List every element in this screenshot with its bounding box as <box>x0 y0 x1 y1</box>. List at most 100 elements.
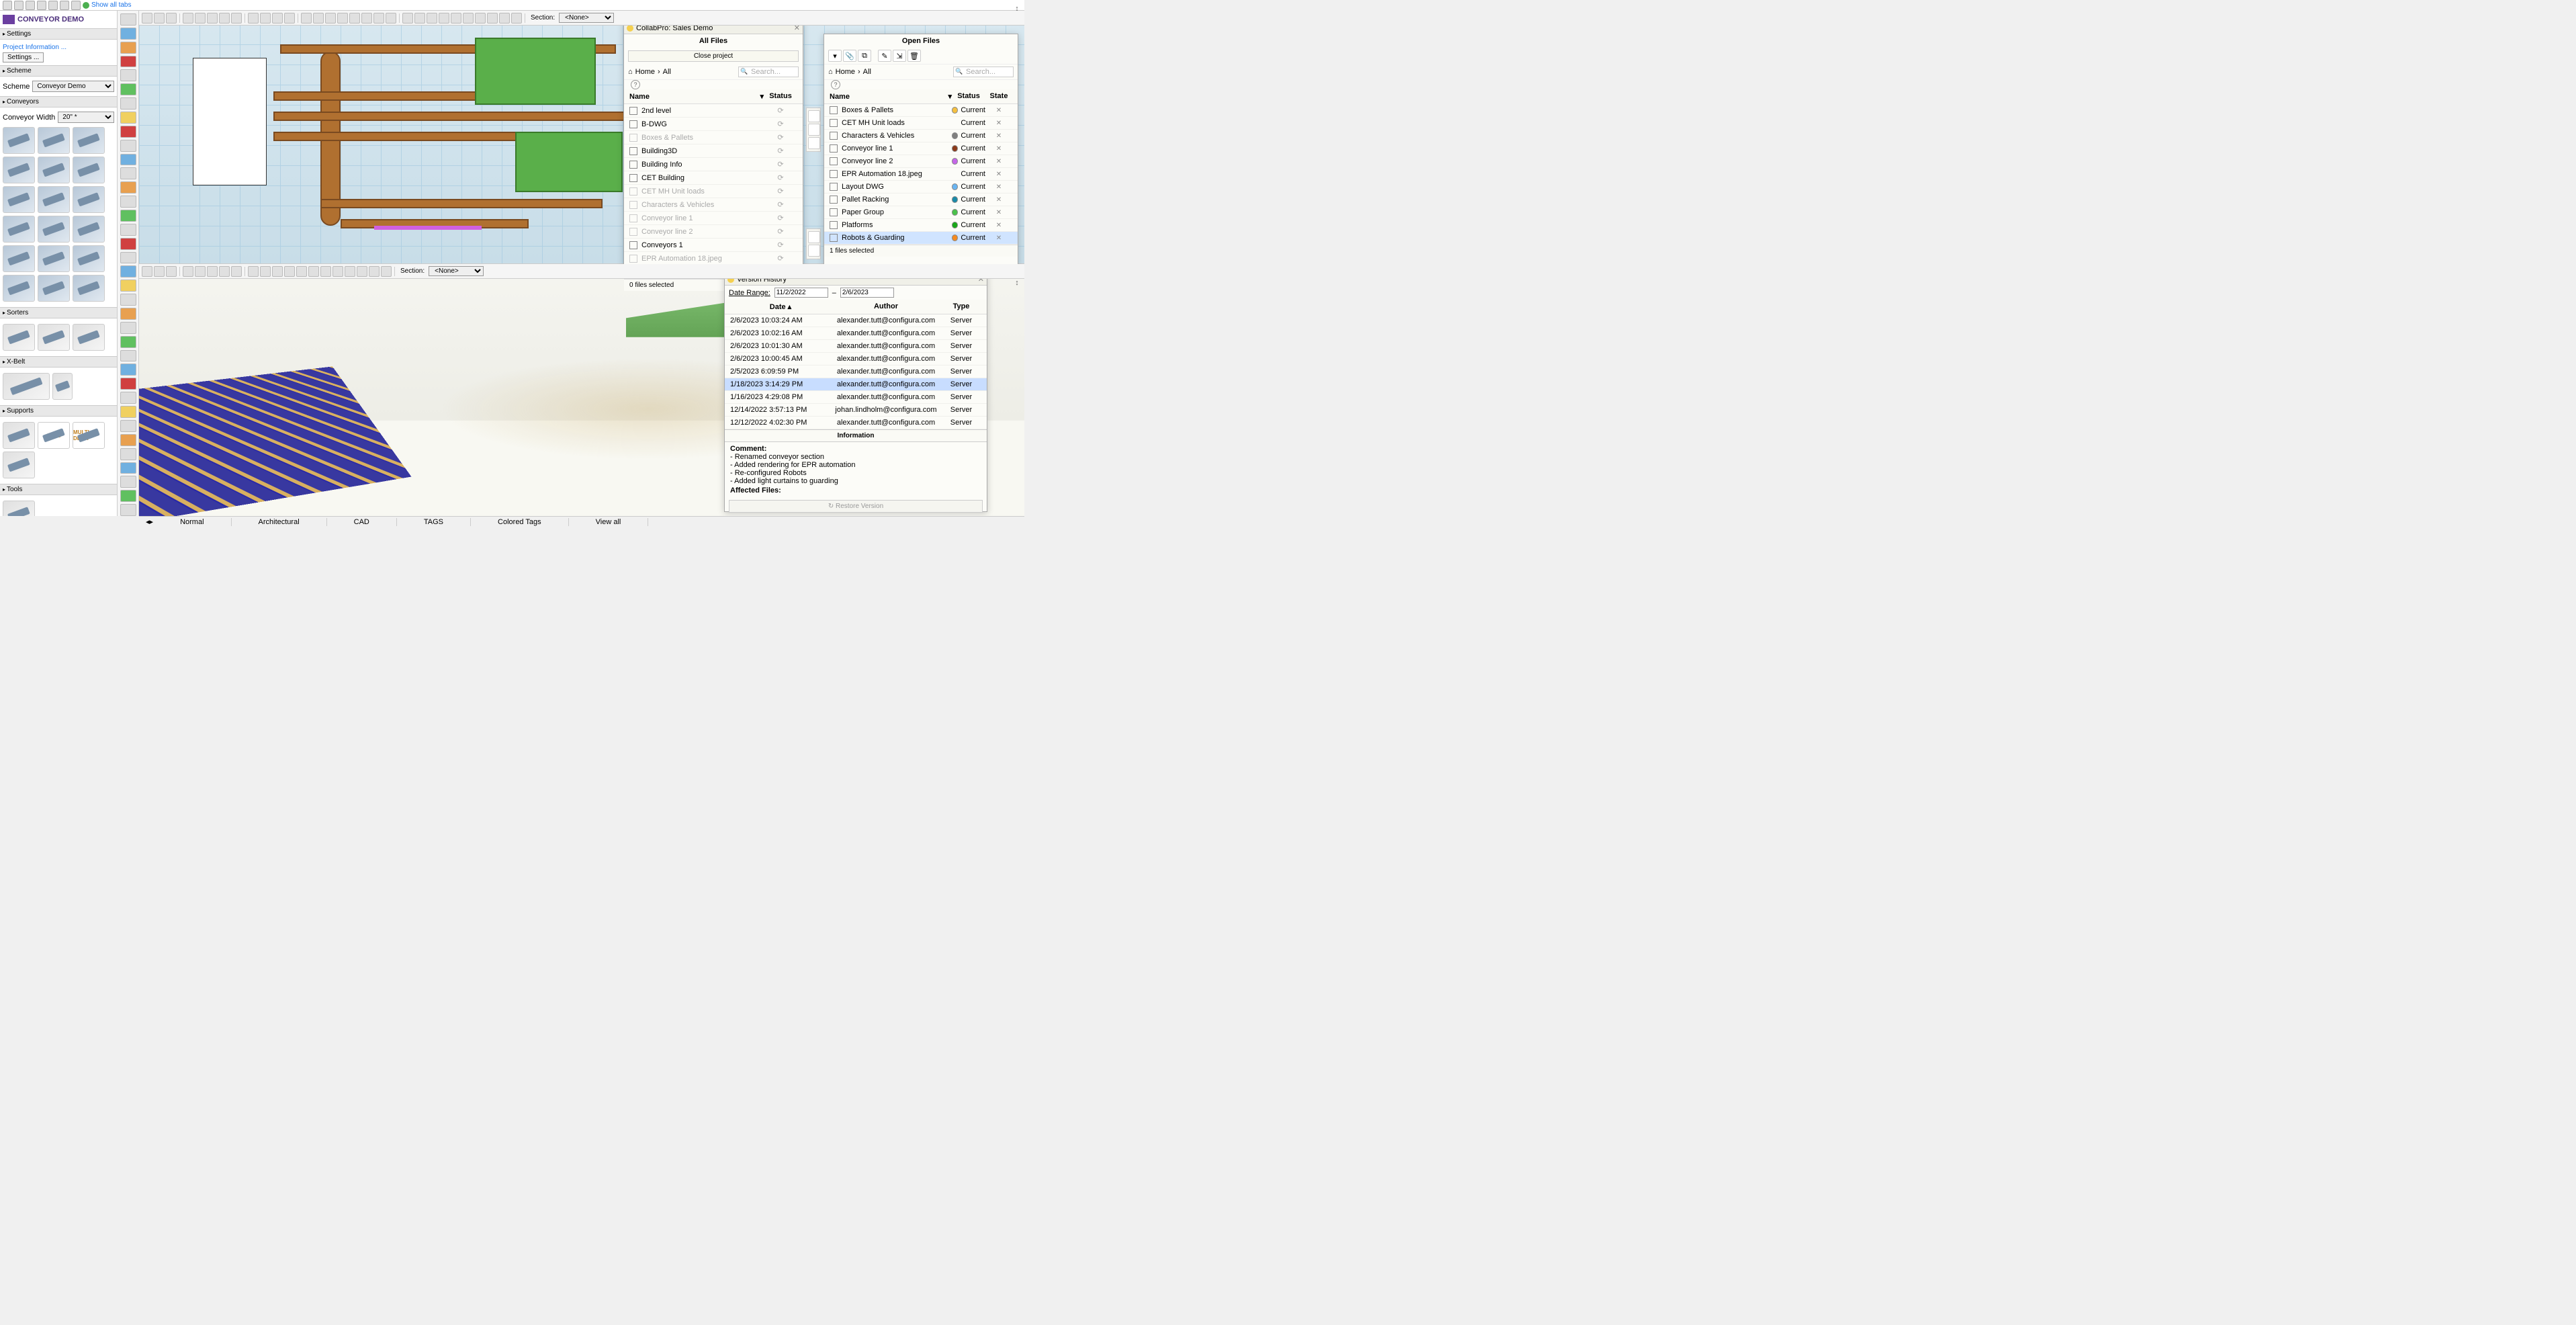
col-header-name[interactable]: Name <box>629 92 757 101</box>
file-row[interactable]: CET MH Unit loadsCurrent <box>824 117 1018 130</box>
view-tab[interactable]: TAGS <box>397 518 471 526</box>
view-tab[interactable]: View all <box>569 518 649 526</box>
conveyor-item[interactable] <box>73 186 105 213</box>
toolbar-icon[interactable] <box>361 13 372 24</box>
toolbar-icon[interactable] <box>183 13 193 24</box>
conveyor-item[interactable] <box>38 216 70 243</box>
xbelt-item[interactable] <box>52 373 73 400</box>
file-row[interactable]: Building Info <box>624 158 803 171</box>
col-header-state[interactable]: State <box>985 92 1012 101</box>
strip-icon[interactable] <box>120 350 136 362</box>
file-row[interactable]: Boxes & Pallets <box>624 131 803 144</box>
restore-version-button[interactable]: Restore Version <box>729 500 983 513</box>
support-item[interactable]: MULTI DECK <box>73 422 105 449</box>
version-row[interactable]: 2/6/2023 10:02:16 AMalexander.tutt@confi… <box>725 327 987 340</box>
file-row[interactable]: CET Building <box>624 171 803 185</box>
qa-icon[interactable] <box>3 1 12 10</box>
toolbar-icon[interactable] <box>402 13 413 24</box>
strip-icon[interactable] <box>120 181 136 194</box>
conveyor-item[interactable] <box>38 186 70 213</box>
qa-icon[interactable] <box>37 1 46 10</box>
show-all-tabs-link[interactable]: Show all tabs <box>91 1 131 9</box>
strip-icon[interactable] <box>120 448 136 460</box>
conveyor-item[interactable] <box>3 127 35 154</box>
version-row[interactable]: 2/5/2023 6:09:59 PMalexander.tutt@config… <box>725 366 987 378</box>
section-header-conveyors[interactable]: Conveyors <box>0 96 117 108</box>
strip-icon[interactable] <box>120 434 136 446</box>
strip-icon[interactable] <box>120 140 136 152</box>
conveyor-item[interactable] <box>3 245 35 272</box>
toolbar-icon[interactable] <box>207 13 218 24</box>
toolbar-icon[interactable] <box>345 266 355 277</box>
conveyor-shape[interactable] <box>320 199 603 208</box>
breadcrumb[interactable]: Home › All <box>628 68 734 76</box>
file-row[interactable]: Characters & VehiclesCurrent <box>824 130 1018 142</box>
file-row[interactable]: EPR Automation 18.jpegCurrent <box>824 168 1018 181</box>
section-header-supports[interactable]: Supports <box>0 405 117 417</box>
strip-icon[interactable] <box>120 336 136 348</box>
toolbar-icon[interactable] <box>272 266 283 277</box>
conveyor-item[interactable] <box>73 245 105 272</box>
strip-icon[interactable] <box>120 308 136 320</box>
toolbar-icon[interactable] <box>332 266 343 277</box>
breadcrumb-home[interactable]: Home <box>836 68 855 76</box>
strip-icon[interactable] <box>120 97 136 110</box>
conveyor-item[interactable] <box>38 245 70 272</box>
file-row[interactable]: Conveyor line 2Current <box>824 155 1018 168</box>
breadcrumb-all[interactable]: All <box>863 68 871 76</box>
toolbar-icon[interactable] <box>313 13 324 24</box>
conveyor-item[interactable] <box>38 157 70 183</box>
col-header-status[interactable]: Status <box>764 92 797 101</box>
conveyor-item[interactable] <box>73 216 105 243</box>
conveyor-item[interactable] <box>73 275 105 302</box>
file-row[interactable]: Building3D <box>624 144 803 158</box>
toolbar-icon[interactable] <box>219 13 230 24</box>
strip-icon[interactable] <box>120 378 136 390</box>
file-row[interactable]: Conveyors 1 <box>624 239 803 252</box>
toolbar-icon[interactable] <box>207 266 218 277</box>
sorter-item[interactable] <box>73 324 105 351</box>
strip-icon[interactable] <box>120 265 136 277</box>
settings-button[interactable]: Settings ... <box>3 52 44 62</box>
file-row[interactable]: Conveyor line 1 <box>624 212 803 225</box>
view-tab[interactable]: Colored Tags <box>471 518 569 526</box>
version-row[interactable]: 1/18/2023 3:14:29 PMalexander.tutt@confi… <box>725 378 987 391</box>
toolbar-icon[interactable] <box>142 266 152 277</box>
toolbar-icon[interactable] <box>260 266 271 277</box>
copy-icon[interactable]: ⧉ <box>858 50 871 62</box>
file-row[interactable]: 2nd level <box>624 104 803 118</box>
search-input[interactable]: Search... <box>738 67 799 77</box>
version-row[interactable]: 12/14/2022 3:57:13 PMjohan.lindholm@conf… <box>725 404 987 417</box>
file-row[interactable]: Characters & Vehicles <box>624 198 803 212</box>
version-row[interactable]: 1/16/2023 4:29:08 PMalexander.tutt@confi… <box>725 391 987 404</box>
strip-icon[interactable] <box>120 476 136 488</box>
file-row[interactable]: Pallet RackingCurrent <box>824 194 1018 206</box>
col-header-type[interactable]: Type <box>941 302 981 311</box>
section-select[interactable]: <None> <box>559 13 614 23</box>
close-file-icon[interactable] <box>808 137 820 149</box>
magenta-line[interactable] <box>374 226 482 230</box>
help-icon[interactable]: ? <box>831 80 840 89</box>
toolbar-icon[interactable] <box>195 266 206 277</box>
toolbar-icon[interactable] <box>296 266 307 277</box>
toolbar-icon[interactable] <box>284 266 295 277</box>
toolbar-icon[interactable] <box>381 266 392 277</box>
toolbar-icon[interactable] <box>195 13 206 24</box>
toolbar-icon[interactable] <box>308 266 319 277</box>
strip-icon[interactable] <box>120 83 136 95</box>
support-item[interactable] <box>3 422 35 449</box>
toolbar-icon[interactable] <box>511 13 522 24</box>
breadcrumb-all[interactable]: All <box>663 68 671 76</box>
view-tab[interactable]: Normal <box>153 518 231 526</box>
col-header-author[interactable]: Author <box>831 302 941 311</box>
support-item[interactable]: AUTO <box>38 422 70 449</box>
strip-icon[interactable] <box>120 322 136 334</box>
strip-icon[interactable] <box>120 294 136 306</box>
tool-item[interactable] <box>3 501 35 516</box>
project-information-link[interactable]: Project Information ... <box>3 42 114 52</box>
toolbar-icon[interactable] <box>349 13 360 24</box>
toolbar-icon[interactable] <box>475 13 486 24</box>
collapse-toggle-icon[interactable]: ↕ <box>1012 278 1022 288</box>
xbelt-item[interactable] <box>3 373 50 400</box>
support-item[interactable] <box>3 452 35 478</box>
